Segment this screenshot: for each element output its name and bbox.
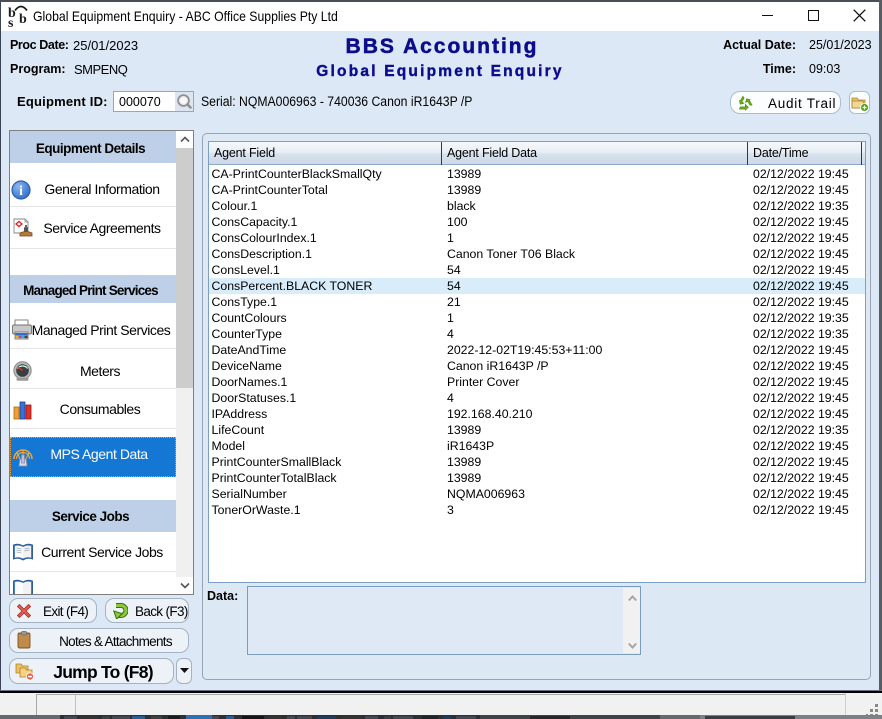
svg-text:i: i (19, 183, 23, 198)
svg-text:s: s (8, 16, 14, 29)
svg-text:b: b (19, 12, 27, 27)
